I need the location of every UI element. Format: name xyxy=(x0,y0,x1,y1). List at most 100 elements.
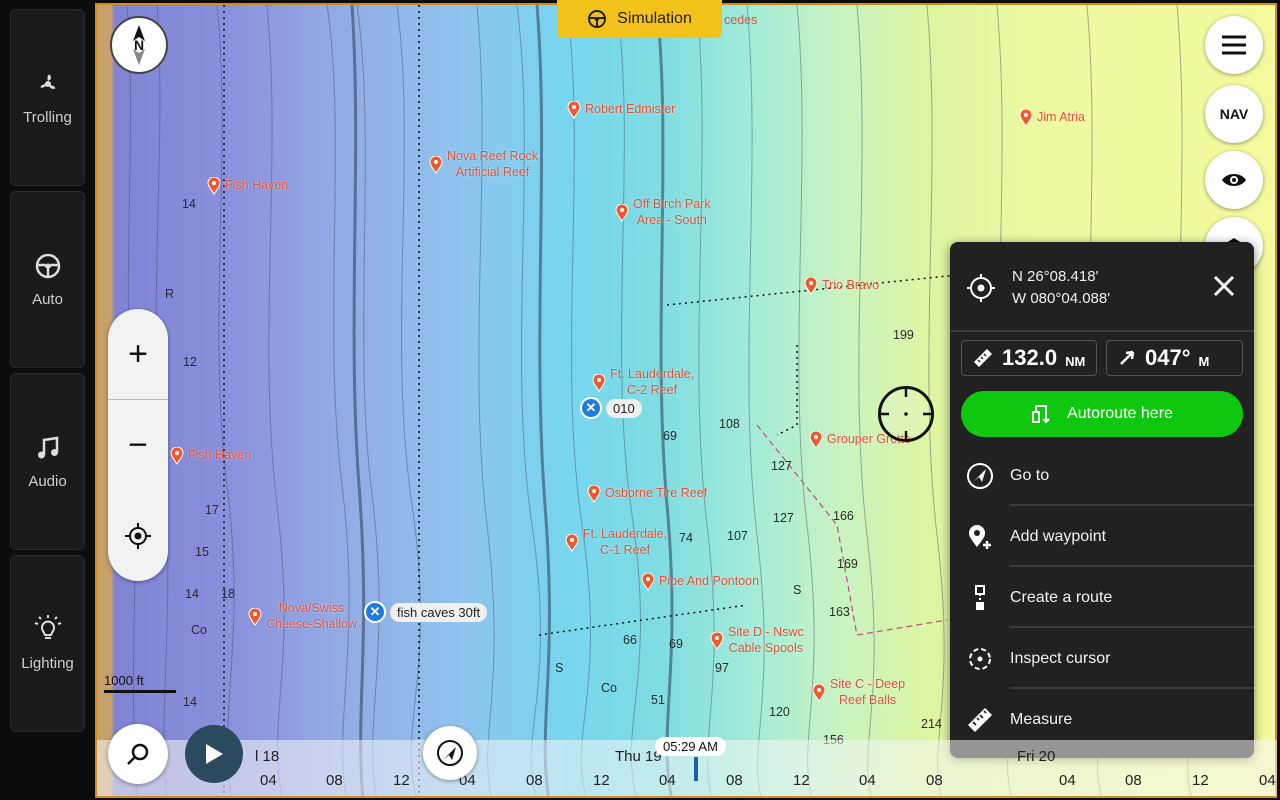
timeline-current-marker[interactable] xyxy=(694,757,698,781)
waypoint-icon: ✕ xyxy=(364,601,386,623)
main-menu-button[interactable] xyxy=(1205,16,1263,74)
depth-label: 14 xyxy=(182,197,196,211)
poi-pin-icon xyxy=(587,485,601,503)
poi-label: Site D - Nswc Cable Spools xyxy=(728,625,804,655)
timeline-tick: 08 xyxy=(726,772,743,789)
zoom-out-button[interactable]: − xyxy=(108,400,168,490)
timeline-tick: 12 xyxy=(793,772,810,789)
add-waypoint-icon xyxy=(969,525,991,549)
distance-unit: NM xyxy=(1065,353,1086,369)
compass-label: N xyxy=(134,37,144,53)
menu-item-label: Inspect cursor xyxy=(1010,650,1111,667)
center-on-boat-button[interactable] xyxy=(108,490,168,581)
poi-label: Pipe And Pontoon xyxy=(659,574,760,589)
panel-divider xyxy=(950,330,1254,332)
poi-pin-icon xyxy=(710,631,724,650)
close-icon[interactable] xyxy=(1212,274,1236,298)
poi-marker[interactable]: Pipe And Pontoon xyxy=(641,573,759,591)
poi-marker[interactable]: Fish Haven xyxy=(207,177,288,195)
depth-label: 108 xyxy=(719,417,740,431)
current-time-badge: 05:29 AM xyxy=(655,737,726,756)
poi-pin-icon xyxy=(804,277,818,295)
depth-label: 69 xyxy=(669,637,683,651)
timeline-tick: 08 xyxy=(526,772,543,789)
menu-item-create-route[interactable]: Create a route xyxy=(950,568,1254,628)
poi-marker[interactable]: Fish Haven xyxy=(170,447,251,465)
sidebar-item-label: Lighting xyxy=(21,655,74,672)
distance-readout: 132.0 NM xyxy=(961,340,1097,376)
poi-label: Nova Reef Rock Artificial Reef xyxy=(447,149,539,179)
nav-button[interactable]: NAV xyxy=(1205,85,1263,143)
search-button[interactable] xyxy=(108,724,168,784)
map-cursor[interactable] xyxy=(878,386,934,442)
poi-marker[interactable]: Ft. Lauderdale, C-1 Reef xyxy=(565,527,667,558)
poi-marker[interactable]: Ft. Lauderdale, C-2 Reef xyxy=(592,367,694,398)
eye-icon xyxy=(1222,174,1246,186)
bearing-unit: M xyxy=(1198,353,1210,369)
compass-button[interactable]: N xyxy=(110,16,168,74)
inspect-cursor-icon xyxy=(969,648,991,670)
navigate-icon xyxy=(967,463,993,489)
waypoint-marker[interactable]: ✕ 010 xyxy=(580,397,642,419)
scale-label: 1000 ft xyxy=(104,673,144,688)
scale-bar xyxy=(104,690,176,693)
poi-marker[interactable]: Nova Reef Rock Artificial Reef xyxy=(429,149,538,180)
steering-wheel-icon xyxy=(588,10,607,28)
music-note-icon xyxy=(37,436,58,459)
timeline-tick: 04 xyxy=(260,772,277,789)
bearing-readout: 047° M xyxy=(1106,340,1243,376)
waypoint-icon: ✕ xyxy=(580,397,602,419)
timeline-tick: 08 xyxy=(1125,772,1142,789)
depth-label: 18 xyxy=(221,587,235,601)
depth-label: 199 xyxy=(893,328,914,342)
depth-label: 74 xyxy=(679,531,693,545)
timeline-tick: 12 xyxy=(593,772,610,789)
poi-marker[interactable]: Nova/Swiss Cheese-Shallow xyxy=(248,601,357,632)
poi-marker[interactable]: Robert Edmister xyxy=(567,101,675,119)
depth-label: 15 xyxy=(195,545,209,559)
zoom-controls: + − xyxy=(108,309,168,581)
autoroute-button[interactable]: Autoroute here xyxy=(961,391,1243,437)
poi-label: Trio Bravo xyxy=(822,278,880,293)
menu-item-inspect-cursor[interactable]: Inspect cursor xyxy=(950,629,1254,689)
boat-heading-icon xyxy=(437,740,463,766)
zoom-in-button[interactable]: + xyxy=(108,309,168,399)
menu-item-add-waypoint[interactable]: Add waypoint xyxy=(950,507,1254,567)
menu-item-go-to[interactable]: Go to xyxy=(950,446,1254,506)
poi-marker[interactable]: Off Birch Park Area - South xyxy=(615,197,711,228)
heading-mode-button[interactable] xyxy=(423,726,477,780)
poi-marker[interactable]: Site C - Deep Reef Balls xyxy=(812,677,905,708)
poi-marker[interactable]: Osborne Tire Reef xyxy=(587,485,707,503)
waypoint-label: 010 xyxy=(606,398,642,418)
depth-label: Co xyxy=(601,681,617,695)
sidebar-item-trolling[interactable]: Trolling xyxy=(10,9,85,186)
latitude: N 26°08.418' xyxy=(1012,268,1099,285)
poi-label: Fish Haven xyxy=(188,448,252,463)
play-button[interactable] xyxy=(185,725,243,783)
ruler-icon xyxy=(974,349,992,367)
poi-pin-icon xyxy=(615,203,629,222)
light-bulb-icon xyxy=(34,615,61,639)
visibility-button[interactable] xyxy=(1205,151,1263,209)
waypoint-label: fish caves 30ft xyxy=(390,602,488,622)
poi-marker[interactable]: Site D - Nswc Cable Spools xyxy=(710,625,804,656)
longitude: W 080°04.088' xyxy=(1012,290,1111,307)
menu-item-label: Measure xyxy=(1010,711,1073,728)
timeline-tick: 04 xyxy=(659,772,676,789)
chart-plotter-app: Trolling Auto Audio Lighting 14 14 12 17… xyxy=(0,0,1280,800)
poi-marker[interactable]: Trio Bravo xyxy=(804,277,879,295)
simulation-indicator[interactable]: Simulation xyxy=(557,0,722,38)
poi-pin-icon xyxy=(170,447,184,465)
timeline-tick: 12 xyxy=(393,772,410,789)
depth-label: 97 xyxy=(715,661,729,675)
sidebar-item-lighting[interactable]: Lighting xyxy=(10,555,85,732)
cursor-coordinates: N 26°08.418' W 080°04.088' xyxy=(1012,266,1110,310)
timeline-tick: 08 xyxy=(926,772,943,789)
waypoint-marker[interactable]: ✕ fish caves 30ft xyxy=(364,601,488,623)
sidebar-item-auto[interactable]: Auto xyxy=(10,191,85,368)
timeline-tick: 04 xyxy=(1059,772,1076,789)
timeline-day: Fri 20 xyxy=(1017,748,1056,765)
poi-pin-icon xyxy=(565,533,579,552)
poi-marker[interactable]: Jim Atria xyxy=(1019,109,1085,127)
sidebar-item-audio[interactable]: Audio xyxy=(10,373,85,550)
